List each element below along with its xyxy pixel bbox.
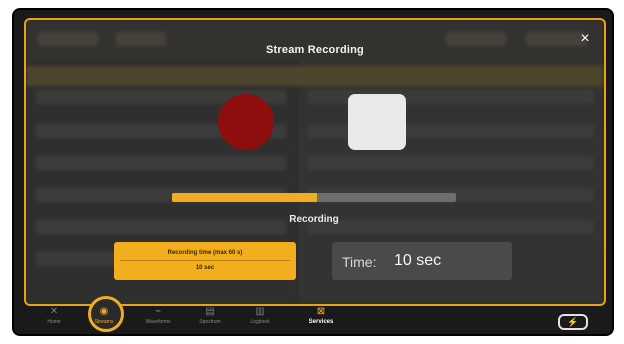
tab-streams[interactable]: ◉ Streams — [84, 306, 124, 332]
elapsed-time-display: Time: 10 sec — [332, 242, 512, 280]
tab-label: Streams — [94, 319, 114, 325]
recording-time-button[interactable]: Recording time (max 60 s) 10 sec — [114, 242, 296, 280]
divider — [120, 260, 290, 261]
time-value: 10 sec — [394, 252, 442, 269]
waveform-icon: ⌁ — [154, 306, 162, 317]
recording-time-label: Recording time (max 60 s) — [167, 250, 243, 256]
bottom-tab-bar: ✕ Home ◉ Streams ⌁ Waveforms ▤ Spectrum … — [24, 296, 602, 332]
tab-label: Home — [47, 319, 61, 325]
battery-charging-icon: ⚡ — [558, 314, 588, 330]
tab-label: Services — [308, 319, 334, 325]
home-icon: ✕ — [49, 306, 59, 317]
background-header — [26, 66, 604, 86]
tab-home[interactable]: ✕ Home — [34, 306, 74, 332]
background-app-blurred — [26, 20, 604, 304]
recording-progress-fill — [172, 193, 317, 202]
tablet-frame: Stream Recording × Recording Recording t… — [14, 10, 612, 334]
recording-progress-bar — [172, 193, 456, 202]
tab-label: Waveforms — [145, 319, 171, 325]
tab-logbook[interactable]: ▥ Logbook — [238, 306, 282, 332]
tab-label: Logbook — [250, 319, 270, 325]
services-icon: ⊠ — [316, 306, 326, 317]
tab-services[interactable]: ⊠ Services — [298, 306, 344, 332]
tab-label: Spectrum — [199, 319, 221, 325]
logbook-icon: ▥ — [255, 306, 265, 317]
modal-title: Stream Recording — [266, 44, 364, 56]
tab-waveforms[interactable]: ⌁ Waveforms — [136, 306, 180, 332]
record-button[interactable] — [218, 94, 274, 150]
streams-icon: ◉ — [99, 306, 109, 317]
time-label: Time: — [342, 254, 377, 270]
close-icon[interactable]: × — [578, 31, 592, 47]
recording-time-value: 10 sec — [195, 265, 215, 271]
tab-spectrum[interactable]: ▤ Spectrum — [188, 306, 232, 332]
recording-status: Recording — [289, 214, 339, 225]
app-screen: Stream Recording × Recording Recording t… — [24, 18, 606, 306]
spectrum-icon: ▤ — [205, 306, 215, 317]
stop-button[interactable] — [348, 94, 406, 150]
